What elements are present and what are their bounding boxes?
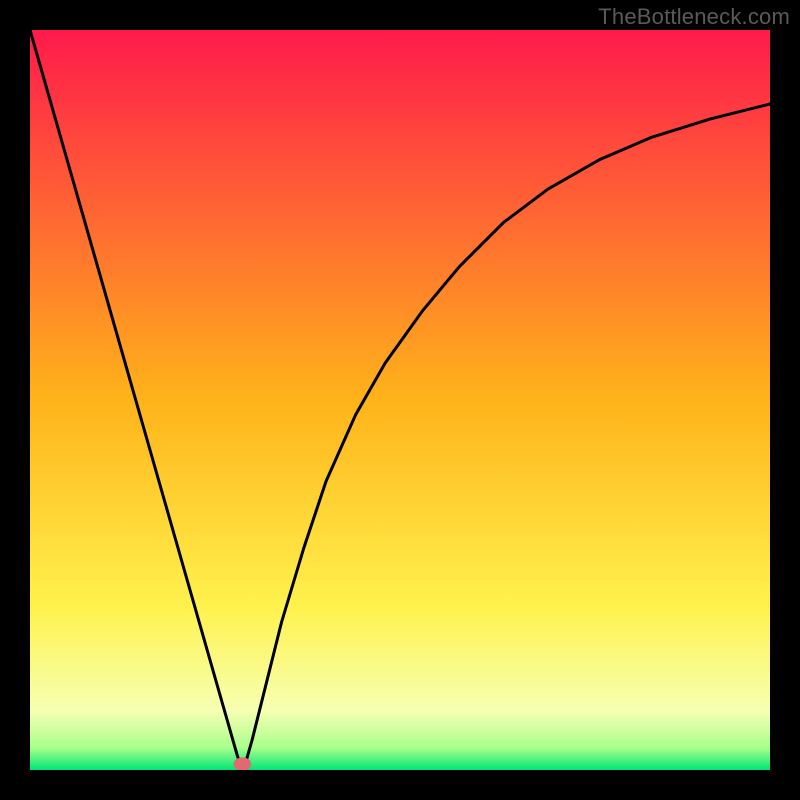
plot-area bbox=[30, 30, 770, 770]
watermark-text: TheBottleneck.com bbox=[598, 4, 790, 30]
chart-background bbox=[30, 30, 770, 770]
chart-frame: TheBottleneck.com bbox=[0, 0, 800, 800]
chart-svg bbox=[30, 30, 770, 770]
